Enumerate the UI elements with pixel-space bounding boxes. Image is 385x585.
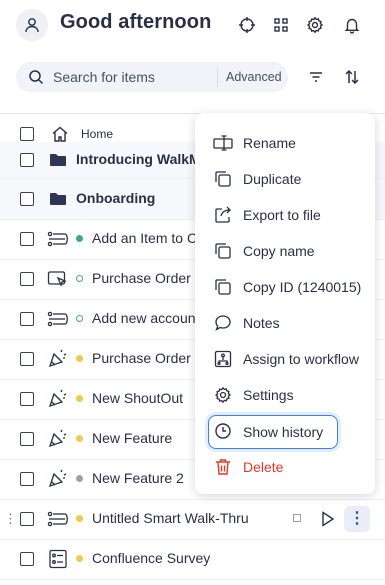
menu-item-copy-id[interactable]: Copy ID (1240015) bbox=[195, 269, 375, 305]
folder-icon bbox=[46, 149, 70, 171]
menu-item-settings[interactable]: Settings bbox=[195, 377, 375, 413]
status-dot bbox=[76, 235, 83, 242]
avatar[interactable] bbox=[16, 9, 48, 41]
list-item-label: Add new accoun bbox=[92, 310, 196, 326]
page-title: Good afternoon bbox=[60, 11, 212, 33]
shoutout-icon bbox=[46, 468, 70, 490]
menu-item-copy-name[interactable]: Copy name bbox=[195, 233, 375, 269]
list-item-label: New Feature bbox=[92, 430, 173, 446]
rename-icon bbox=[213, 133, 233, 153]
menu-item-label: Copy ID (1240015) bbox=[243, 279, 362, 295]
menu-item-delete[interactable]: Delete bbox=[195, 449, 375, 485]
menu-item-notes[interactable]: Notes bbox=[195, 305, 375, 341]
menu-item-label: Copy name bbox=[243, 243, 315, 259]
row-checkbox[interactable] bbox=[20, 232, 34, 246]
advanced-search-button[interactable]: Advanced bbox=[226, 70, 282, 84]
folder-icon bbox=[46, 188, 70, 210]
shoutout-icon bbox=[46, 428, 70, 450]
list-item-label: Untitled Smart Walk-Thru bbox=[92, 510, 249, 526]
menu-item-export[interactable]: Export to file bbox=[195, 197, 375, 233]
row-checkbox[interactable] bbox=[20, 472, 34, 486]
menu-item-assign-workflow[interactable]: Assign to workflow bbox=[195, 341, 375, 377]
cursor-box-icon bbox=[46, 268, 70, 290]
row-checkbox[interactable] bbox=[20, 552, 34, 566]
row-checkbox[interactable] bbox=[20, 153, 34, 167]
smart-walkthru-icon bbox=[46, 308, 70, 330]
menu-item-label: Settings bbox=[243, 387, 294, 403]
select-all-checkbox[interactable] bbox=[20, 127, 34, 141]
status-dot bbox=[76, 555, 83, 562]
row-checkbox[interactable] bbox=[20, 352, 34, 366]
play-icon[interactable] bbox=[321, 511, 335, 527]
search-divider bbox=[217, 68, 218, 87]
status-dot bbox=[76, 315, 83, 322]
search-placeholder: Search for items bbox=[53, 69, 155, 85]
smart-walkthru-icon bbox=[46, 228, 70, 250]
history-icon bbox=[213, 421, 233, 441]
menu-item-label: Export to file bbox=[243, 207, 321, 223]
list-item-label: Introducing WalkMe bbox=[76, 151, 209, 167]
crosshair-icon[interactable] bbox=[235, 13, 259, 37]
menu-item-label: Notes bbox=[243, 315, 280, 331]
status-dot bbox=[76, 475, 83, 482]
shoutout-icon bbox=[46, 348, 70, 370]
row-checkbox[interactable] bbox=[20, 432, 34, 446]
survey-icon bbox=[46, 548, 70, 570]
list-item-label: Add an Item to C bbox=[92, 230, 198, 246]
grid-icon[interactable] bbox=[269, 13, 293, 37]
status-dot bbox=[76, 275, 83, 282]
menu-item-label: Duplicate bbox=[243, 171, 302, 187]
more-options-button[interactable]: ⋮ bbox=[344, 506, 370, 532]
sort-icon[interactable] bbox=[340, 65, 364, 89]
gear-icon[interactable] bbox=[303, 13, 327, 37]
search-icon bbox=[29, 70, 44, 85]
list-item-label: Confluence Survey bbox=[92, 550, 211, 566]
list-item[interactable]: ⋮⋮ Untitled Smart Walk-Thru ⋮ bbox=[0, 499, 385, 540]
list-item-label: Purchase Order F bbox=[92, 270, 204, 286]
workflow-icon bbox=[213, 349, 233, 369]
list-item-label: New ShoutOut bbox=[92, 390, 184, 406]
notes-icon bbox=[213, 313, 233, 333]
status-dot bbox=[76, 515, 83, 522]
list-item[interactable]: Confluence Survey bbox=[0, 539, 385, 580]
menu-item-duplicate[interactable]: Duplicate bbox=[195, 161, 375, 197]
search-input[interactable]: Search for items Advanced bbox=[16, 62, 288, 92]
row-checkbox[interactable] bbox=[20, 192, 34, 206]
shoutout-icon bbox=[46, 388, 70, 410]
status-dot bbox=[76, 435, 83, 442]
row-checkbox[interactable] bbox=[20, 512, 34, 526]
menu-item-label: Show history bbox=[243, 424, 324, 440]
smart-walkthru-icon bbox=[46, 508, 70, 530]
list-item-label: New Feature 2 bbox=[92, 470, 184, 486]
trash-icon bbox=[213, 457, 233, 477]
copy-icon bbox=[213, 241, 233, 261]
row-checkbox[interactable] bbox=[20, 312, 34, 326]
stop-icon[interactable] bbox=[293, 514, 301, 522]
list-item-label: Onboarding bbox=[76, 190, 156, 206]
status-dot bbox=[76, 355, 83, 362]
menu-item-label: Assign to workflow bbox=[243, 351, 359, 367]
user-icon bbox=[25, 18, 39, 33]
menu-item-show-history[interactable]: Show history bbox=[208, 415, 338, 449]
gear-icon bbox=[213, 385, 233, 405]
filter-icon[interactable] bbox=[304, 65, 328, 89]
bell-icon[interactable] bbox=[340, 13, 364, 37]
row-checkbox[interactable] bbox=[20, 272, 34, 286]
menu-item-label: Delete bbox=[243, 459, 284, 475]
context-menu: Rename Duplicate Export to file Copy nam… bbox=[195, 113, 375, 494]
export-icon bbox=[213, 205, 233, 225]
status-dot bbox=[76, 395, 83, 402]
duplicate-icon bbox=[213, 169, 233, 189]
kebab-icon: ⋮ bbox=[349, 510, 365, 527]
list-item-label: Purchase Order F bbox=[92, 350, 204, 366]
breadcrumb-home[interactable]: Home bbox=[81, 127, 113, 141]
menu-item-label: Rename bbox=[243, 135, 296, 151]
menu-item-rename[interactable]: Rename bbox=[195, 125, 375, 161]
row-checkbox[interactable] bbox=[20, 392, 34, 406]
copy-icon bbox=[213, 277, 233, 297]
